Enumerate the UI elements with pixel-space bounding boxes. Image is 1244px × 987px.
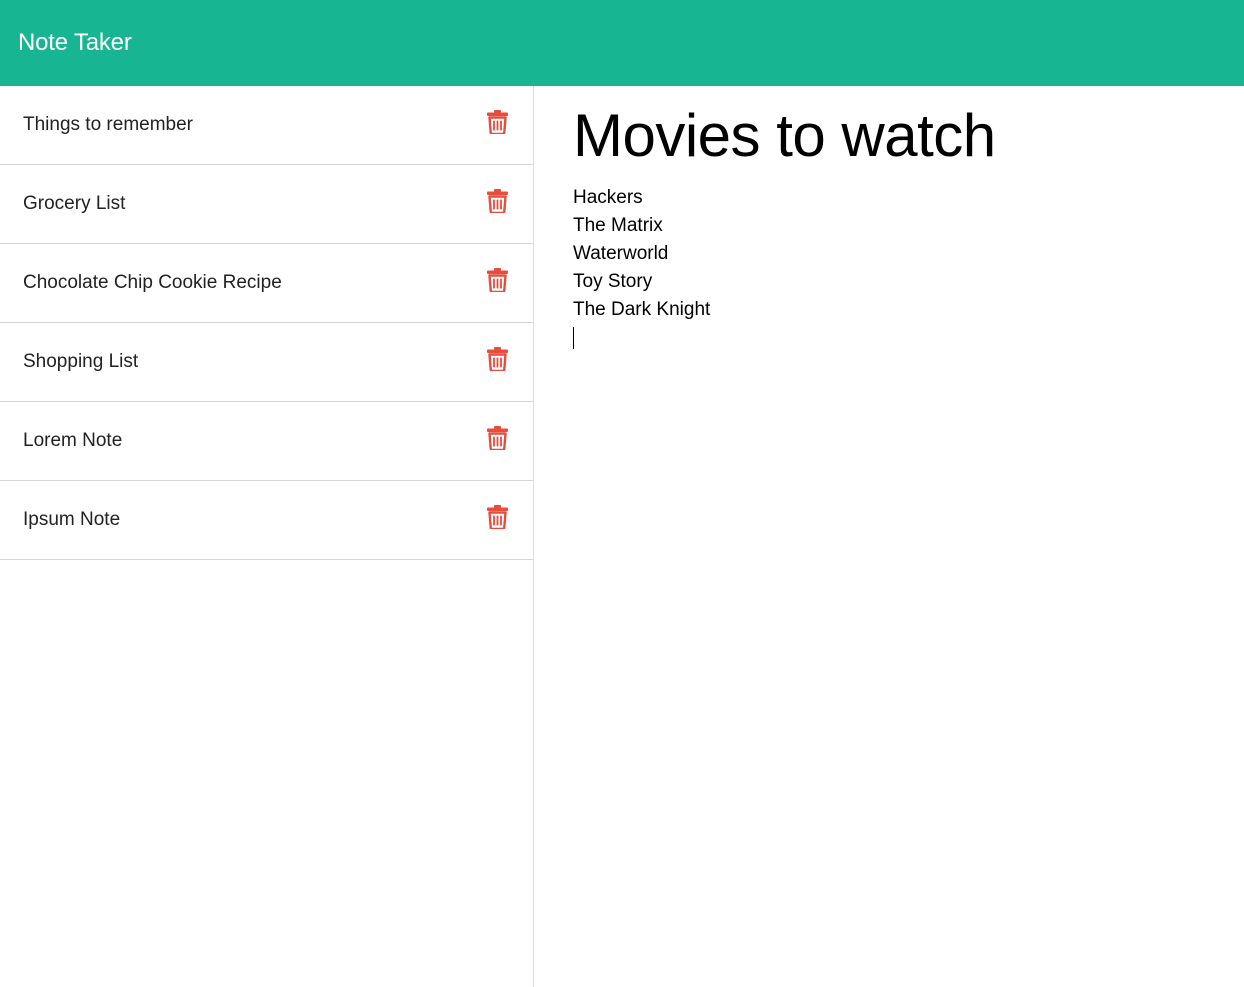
note-body-line: Waterworld bbox=[573, 243, 669, 264]
note-body-textarea[interactable]: Hackers The Matrix Waterworld Toy Story … bbox=[573, 184, 1213, 352]
trash-slat bbox=[493, 515, 495, 526]
trash-lid bbox=[487, 112, 508, 116]
trash-lid bbox=[487, 507, 508, 511]
trash-lid bbox=[487, 428, 508, 432]
trash-slat bbox=[496, 436, 499, 447]
note-item-title[interactable]: Ipsum Note bbox=[23, 509, 120, 531]
trash-slat bbox=[500, 278, 502, 289]
navbar: Note Taker bbox=[0, 0, 1244, 86]
note-list: Things to remember Grocery List Chocolat… bbox=[0, 86, 533, 560]
note-list-item[interactable]: Lorem Note bbox=[0, 401, 533, 480]
trash-icon[interactable] bbox=[487, 189, 508, 213]
notes-sidebar: Things to remember Grocery List Chocolat… bbox=[0, 86, 534, 987]
trash-slat bbox=[500, 199, 502, 210]
trash-lid bbox=[487, 191, 508, 195]
text-caret-line bbox=[573, 324, 1213, 352]
trash-icon[interactable] bbox=[487, 505, 508, 529]
trash-lid bbox=[487, 270, 508, 274]
trash-icon[interactable] bbox=[487, 110, 508, 134]
note-body-line: Toy Story bbox=[573, 271, 653, 292]
note-body-line: The Matrix bbox=[573, 215, 663, 236]
trash-slat bbox=[496, 278, 499, 289]
trash-slat bbox=[496, 357, 499, 368]
note-list-item[interactable]: Chocolate Chip Cookie Recipe bbox=[0, 243, 533, 322]
trash-icon[interactable] bbox=[487, 268, 508, 292]
trash-slat bbox=[493, 357, 495, 368]
note-title-input[interactable] bbox=[573, 100, 1213, 170]
trash-slat bbox=[500, 515, 502, 526]
trash-lid bbox=[487, 349, 508, 353]
trash-slat bbox=[496, 515, 499, 526]
note-list-item[interactable]: Ipsum Note bbox=[0, 480, 533, 559]
trash-slat bbox=[493, 120, 495, 131]
trash-slat bbox=[493, 278, 495, 289]
trash-slat bbox=[496, 199, 499, 210]
note-item-title[interactable]: Grocery List bbox=[23, 193, 125, 215]
note-item-title[interactable]: Lorem Note bbox=[23, 430, 122, 452]
note-list-item[interactable]: Things to remember bbox=[0, 86, 533, 164]
trash-icon[interactable] bbox=[487, 426, 508, 450]
text-caret bbox=[573, 327, 574, 349]
brand-title[interactable]: Note Taker bbox=[18, 29, 132, 57]
note-list-item[interactable]: Shopping List bbox=[0, 322, 533, 401]
note-body-line: Hackers bbox=[573, 187, 643, 208]
note-list-item[interactable]: Grocery List bbox=[0, 164, 533, 243]
trash-slat bbox=[493, 436, 495, 447]
note-item-title[interactable]: Things to remember bbox=[23, 114, 193, 136]
trash-slat bbox=[500, 436, 502, 447]
trash-slat bbox=[500, 357, 502, 368]
trash-slat bbox=[496, 120, 499, 131]
trash-slat bbox=[500, 120, 502, 131]
note-item-title[interactable]: Chocolate Chip Cookie Recipe bbox=[23, 272, 282, 294]
note-item-title[interactable]: Shopping List bbox=[23, 351, 138, 373]
trash-icon[interactable] bbox=[487, 347, 508, 371]
trash-slat bbox=[493, 199, 495, 210]
note-editor: Hackers The Matrix Waterworld Toy Story … bbox=[535, 86, 1244, 987]
note-body-line: The Dark Knight bbox=[573, 299, 711, 320]
